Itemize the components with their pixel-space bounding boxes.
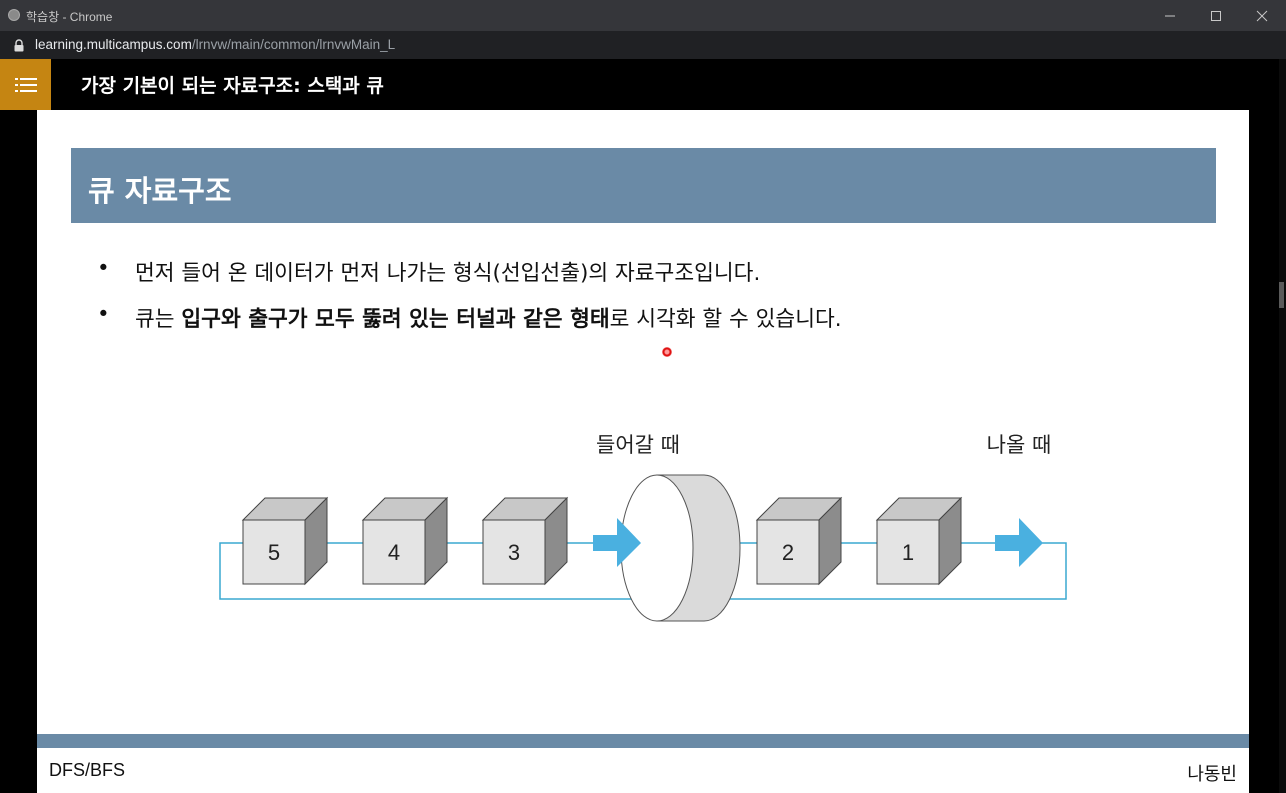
queue-box: [481, 496, 569, 586]
scrollbar-thumb[interactable]: [1279, 282, 1284, 308]
box-number: 5: [268, 540, 280, 565]
maximize-icon: [1211, 10, 1221, 21]
exit-label: 나올 때: [987, 433, 1052, 457]
queue-tunnel-diagram: 5 4 3 2 1 들어갈 때 나올 때: [219, 433, 1067, 622]
url-host: learning.multicampus.com: [35, 37, 192, 52]
minimize-icon: [1165, 15, 1175, 16]
box-number: 2: [782, 540, 794, 565]
box-number: 3: [508, 540, 520, 565]
lock-icon: [14, 39, 24, 52]
list-menu-button[interactable]: [0, 59, 51, 110]
minimize-button[interactable]: [1147, 0, 1193, 31]
window-titlebar: 학습창 - Chrome: [0, 0, 1286, 31]
window-title: 학습창 - Chrome: [26, 10, 113, 24]
exit-arrow-icon: [995, 518, 1043, 567]
maximize-button[interactable]: [1193, 0, 1239, 31]
box-number: 4: [388, 540, 400, 565]
instructor-name: 나동빈: [1187, 764, 1237, 785]
lesson-header: 가장 기본이 되는 자료구조: 스택과 큐: [0, 59, 1279, 110]
laser-pointer: [662, 347, 672, 357]
slide-footer-bar: [37, 734, 1249, 748]
enter-label: 들어갈 때: [596, 433, 680, 457]
lecture-slide: 큐 자료구조 • 먼저 들어 온 데이터가 먼저 나가는 형식(선입선출)의 자…: [37, 110, 1249, 793]
lesson-title: 가장 기본이 되는 자료구조: 스택과 큐: [81, 75, 384, 97]
url-text[interactable]: learning.multicampus.com/lrnvw/main/comm…: [35, 37, 395, 52]
chrome-app-icon: [8, 9, 20, 21]
tunnel-icon: [620, 474, 741, 622]
queue-box: [241, 496, 329, 586]
queue-box: [875, 496, 963, 586]
course-topic: DFS/BFS: [49, 760, 126, 780]
queue-box: [361, 496, 449, 586]
close-button[interactable]: [1239, 0, 1285, 31]
scrollbar-track[interactable]: [1279, 59, 1286, 793]
close-icon: [1256, 10, 1268, 21]
list-menu-icon: [14, 77, 37, 92]
address-bar[interactable]: learning.multicampus.com/lrnvw/main/comm…: [0, 31, 1286, 59]
box-number: 1: [902, 540, 914, 565]
queue-box: [755, 496, 843, 586]
url-path: /lrnvw/main/common/lrnvwMain_L: [191, 37, 396, 52]
